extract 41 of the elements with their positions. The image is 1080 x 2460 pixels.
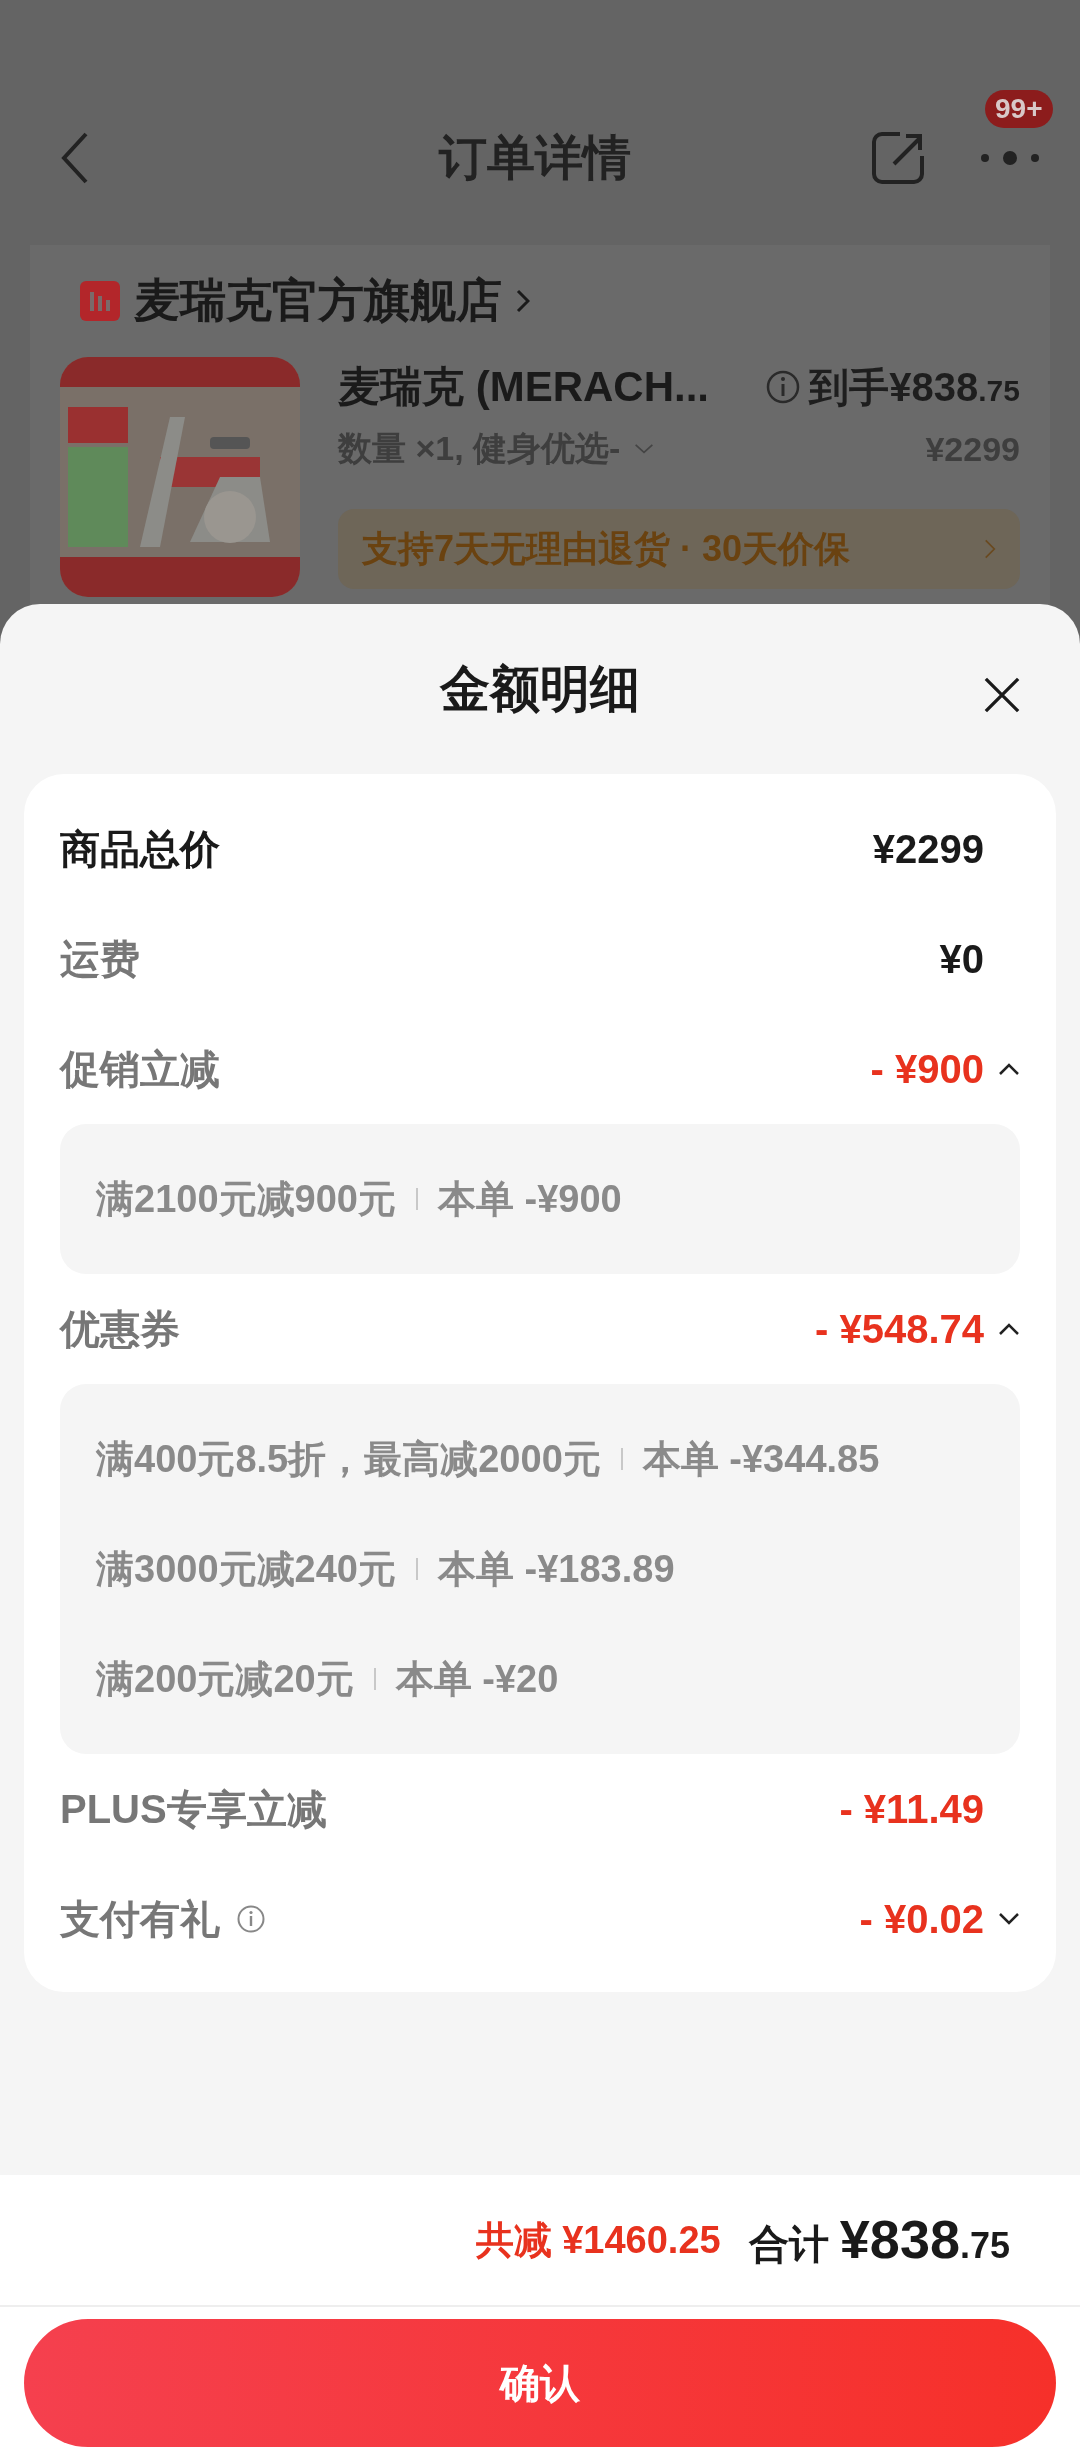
total-discount: 共减 ¥1460.25 [475,2217,721,2263]
caret-up-icon[interactable] [998,1062,1020,1076]
row-label: PLUS专享立减 [60,1785,327,1833]
discount-rule: 满2100元减900元 [96,1176,396,1222]
row-label: 支付有礼 [60,1895,220,1943]
row-label: 运费 [60,935,140,983]
row-amount: - ¥0.02 [859,1896,984,1942]
confirm-button[interactable]: 确认 [24,2319,1056,2447]
discount-rule: 满400元8.5折，最高减2000元 [96,1436,601,1482]
row-label: 优惠券 [60,1305,180,1353]
final-price: 到手¥838.75 [809,363,1020,411]
store-name[interactable]: 麦瑞克官方旗舰店 [134,270,502,332]
row-label: 促销立减 [60,1045,220,1093]
discount-rule: 满200元减20元 [96,1656,354,1702]
row-amount: ¥0 [939,936,985,982]
sheet-title: 金额明细 [440,659,640,719]
caret-up-icon[interactable] [998,1322,1020,1336]
page-title: 订单详情 [437,129,632,186]
discount-amount: 本单 -¥20 [395,1656,559,1702]
row-amount: - ¥11.49 [839,1786,985,1832]
caret-down-icon[interactable] [998,1912,1020,1926]
row-amount: - ¥900 [870,1046,984,1092]
total-price: 合计 ¥838.75 [748,2208,1010,2271]
shop-icon [80,281,120,321]
notification-badge: 99+ [985,89,1053,128]
back-icon[interactable] [60,130,90,185]
product-title[interactable]: 麦瑞克 (MERACH... [338,359,766,415]
more-icon[interactable] [980,149,1040,166]
row-amount: ¥2299 [872,826,985,872]
discount-rule: 满3000元减240元 [96,1546,396,1592]
share-icon[interactable] [870,129,926,186]
chevron-down-icon [634,443,655,455]
chevron-right-icon [516,289,530,313]
discount-amount: 本单 -¥900 [437,1176,622,1222]
close-icon[interactable] [983,676,1021,714]
info-icon[interactable] [765,369,802,405]
discount-amount: 本单 -¥344.85 [642,1436,880,1482]
info-icon[interactable] [236,1904,266,1934]
row-label: 商品总价 [60,825,220,873]
discount-amount: 本单 -¥183.89 [437,1546,675,1592]
row-amount: - ¥548.74 [814,1306,984,1352]
